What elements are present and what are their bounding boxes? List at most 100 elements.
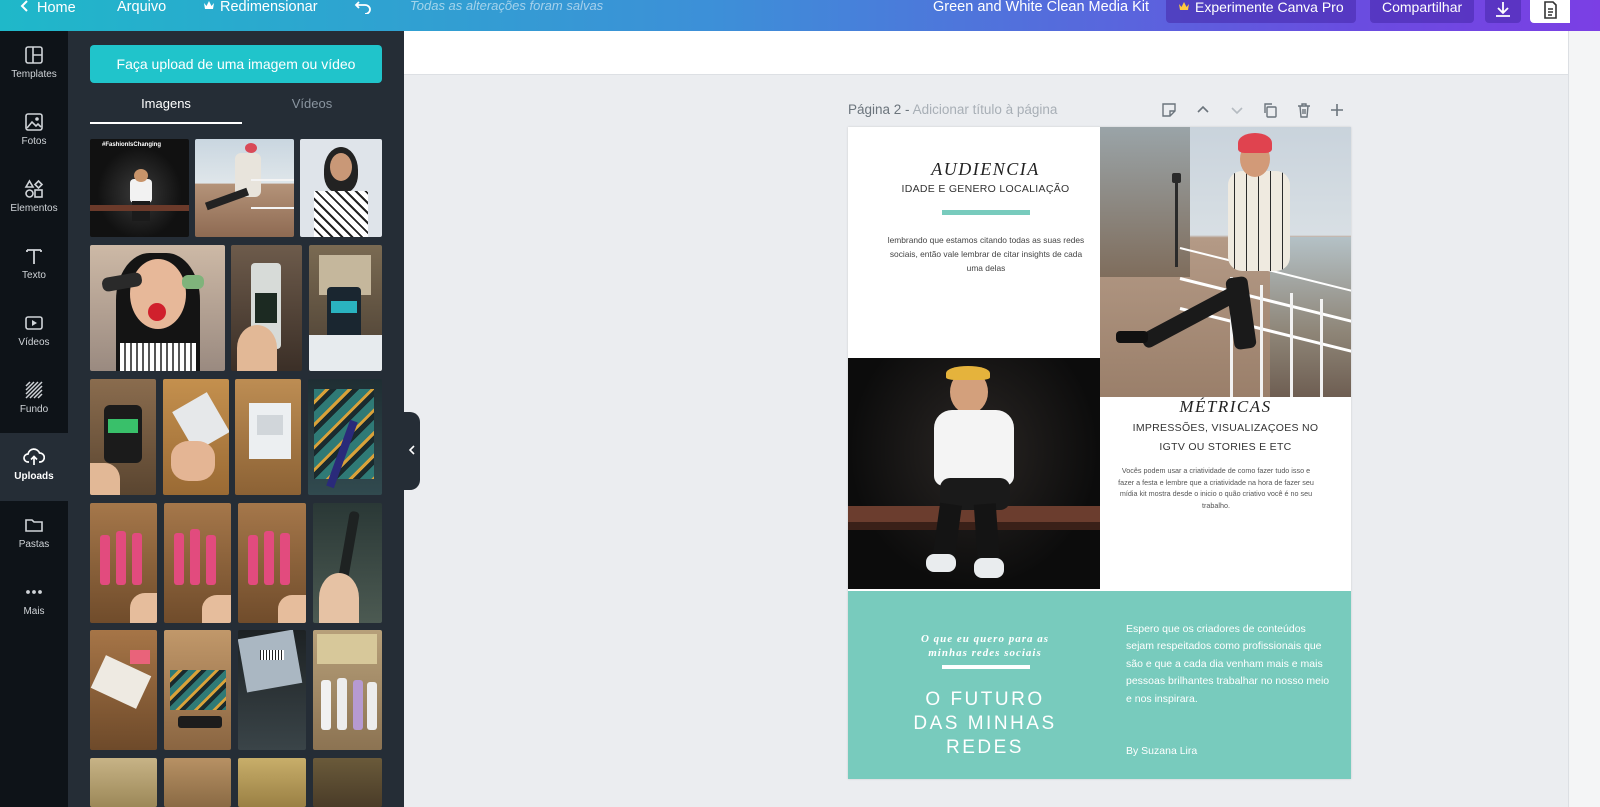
more-icon xyxy=(26,590,42,594)
upload-thumbnail[interactable] xyxy=(309,245,382,371)
upload-thumbnail[interactable] xyxy=(90,379,156,495)
metricas-subtitle-2[interactable]: IGTV OU STORIES E ETC xyxy=(1100,441,1351,453)
upload-thumbnail[interactable] xyxy=(238,630,306,750)
uploads-panel: Faça upload de uma imagem ou vídeo Image… xyxy=(68,31,404,807)
try-pro-label: Experimente Canva Pro xyxy=(1195,0,1344,15)
rail-item-elements[interactable]: Elementos xyxy=(0,165,68,231)
download-button[interactable] xyxy=(1485,0,1521,23)
metricas-title[interactable]: MÉTRICAS xyxy=(1100,397,1351,417)
note-icon[interactable] xyxy=(1160,101,1178,119)
rail-item-background[interactable]: Fundo xyxy=(0,366,68,432)
file-menu[interactable]: Arquivo xyxy=(117,0,166,20)
top-bar: Home Arquivo Redimensionar Todas as alte… xyxy=(0,0,1600,31)
metricas-subtitle-1[interactable]: IMPRESSÕES, VISUALIZAÇOES NO xyxy=(1100,422,1351,434)
upload-thumbnail[interactable] xyxy=(235,379,301,495)
audiencia-subtitle[interactable]: IDADE E GENERO LOCALIAÇÃO xyxy=(848,183,1123,195)
upload-thumbnail[interactable] xyxy=(90,630,157,750)
download-icon xyxy=(1496,2,1510,17)
undo-button[interactable] xyxy=(354,0,372,20)
photo-girl-sitting[interactable] xyxy=(848,358,1100,589)
page-number: Página 2 - xyxy=(848,102,910,117)
upload-media-button[interactable]: Faça upload de uma imagem ou vídeo xyxy=(90,45,382,83)
collapse-panel-button[interactable] xyxy=(404,412,420,490)
chevron-up-icon[interactable] xyxy=(1194,101,1212,119)
rail-label: Mais xyxy=(23,606,45,617)
upload-thumbnail[interactable] xyxy=(238,758,306,807)
photo-woman-railing[interactable] xyxy=(1100,127,1351,397)
metricas-body[interactable]: Vocês podem usar a criatividade de como … xyxy=(1118,465,1314,511)
upload-thumbnail[interactable] xyxy=(300,139,382,237)
home-button[interactable]: Home xyxy=(20,0,76,20)
upload-thumbnail[interactable] xyxy=(90,245,225,371)
rail-item-videos[interactable]: Vídeos xyxy=(0,299,68,365)
rail-item-text[interactable]: Texto xyxy=(0,232,68,298)
upload-thumbnail[interactable] xyxy=(313,503,382,623)
upload-thumbnail[interactable] xyxy=(313,758,382,807)
footer-divider xyxy=(942,665,1030,669)
upload-thumbnail[interactable] xyxy=(164,630,231,750)
future-line-3[interactable]: REDES xyxy=(888,737,1082,759)
upload-thumbnail[interactable] xyxy=(90,758,157,807)
resize-button[interactable]: Redimensionar xyxy=(203,0,318,20)
duplicate-icon[interactable] xyxy=(1261,101,1279,119)
upload-thumbnail[interactable]: #FashionIsChanging xyxy=(90,139,189,237)
present-button[interactable] xyxy=(1530,0,1570,23)
chevron-left-icon xyxy=(20,0,29,15)
crown-icon xyxy=(203,0,215,14)
rail-item-templates[interactable]: Templates xyxy=(0,31,68,97)
upload-thumbnail[interactable] xyxy=(308,379,382,495)
upload-thumbnail[interactable] xyxy=(238,503,306,623)
rail-item-more[interactable]: Mais xyxy=(0,568,68,634)
rail-label: Templates xyxy=(11,69,57,80)
folder-icon xyxy=(25,519,43,532)
teal-footer-section[interactable]: O que eu quero para as minhas redes soci… xyxy=(848,591,1351,779)
tab-images[interactable]: Imagens xyxy=(90,97,242,111)
audiencia-title[interactable]: AUDIENCIA xyxy=(848,159,1123,180)
try-pro-button[interactable]: Experimente Canva Pro xyxy=(1166,0,1356,23)
upload-thumbnail[interactable] xyxy=(164,503,231,623)
future-line-1[interactable]: O FUTURO xyxy=(888,689,1082,711)
rail-item-folders[interactable]: Pastas xyxy=(0,501,68,567)
rail-label: Fotos xyxy=(21,136,47,147)
active-tab-indicator xyxy=(90,122,242,124)
rail-label: Texto xyxy=(22,270,46,281)
shapes-icon xyxy=(24,179,44,198)
design-page[interactable]: AUDIENCIA IDADE E GENERO LOCALIAÇÃO lemb… xyxy=(848,127,1351,779)
crown-icon xyxy=(1178,0,1190,14)
signature[interactable]: By Suzana Lira xyxy=(1126,745,1197,757)
rail-label: Fundo xyxy=(19,404,49,415)
rail-label: Elementos xyxy=(10,203,58,214)
quote-line-1[interactable]: O que eu quero para as xyxy=(888,633,1082,645)
audiencia-body[interactable]: lembrando que estamos citando todas as s… xyxy=(884,233,1088,275)
tab-videos[interactable]: Vídeos xyxy=(236,97,388,111)
rail-item-photos[interactable]: Fotos xyxy=(0,98,68,164)
text-icon xyxy=(26,249,42,264)
upload-thumbnail[interactable] xyxy=(164,758,231,807)
upload-thumbnail[interactable] xyxy=(195,139,294,237)
footer-paragraph[interactable]: Espero que os criadores de conteúdos sej… xyxy=(1126,621,1331,708)
upload-cloud-icon xyxy=(23,448,45,465)
chevron-left-icon xyxy=(408,445,415,455)
quote-line-2[interactable]: minhas redes sociais xyxy=(888,647,1082,659)
share-button[interactable]: Compartilhar xyxy=(1370,0,1475,23)
rail-label: Pastas xyxy=(18,539,50,550)
undo-icon xyxy=(354,1,371,15)
thumbnail-caption: #FashionIsChanging xyxy=(102,142,162,148)
add-page-icon[interactable] xyxy=(1328,101,1346,119)
left-rail: Templates Fotos Elementos Texto Vídeos F… xyxy=(0,31,68,807)
previous-page[interactable] xyxy=(404,31,1568,75)
resize-label: Redimensionar xyxy=(220,0,318,15)
trash-icon[interactable] xyxy=(1295,101,1313,119)
scrollbar[interactable] xyxy=(1568,31,1600,807)
document-icon xyxy=(1544,1,1557,19)
upload-thumbnail[interactable] xyxy=(231,245,302,371)
upload-thumbnail[interactable] xyxy=(90,503,157,623)
page-title-input[interactable]: Adicionar título à página xyxy=(913,102,1058,117)
chevron-down-icon[interactable] xyxy=(1228,101,1246,119)
future-line-2[interactable]: DAS MINHAS xyxy=(888,713,1082,735)
document-title[interactable]: Green and White Clean Media Kit xyxy=(933,0,1149,20)
audiencia-divider xyxy=(942,210,1030,215)
rail-item-uploads[interactable]: Uploads xyxy=(0,433,68,501)
upload-thumbnail[interactable] xyxy=(313,630,382,750)
upload-thumbnail[interactable] xyxy=(163,379,229,495)
